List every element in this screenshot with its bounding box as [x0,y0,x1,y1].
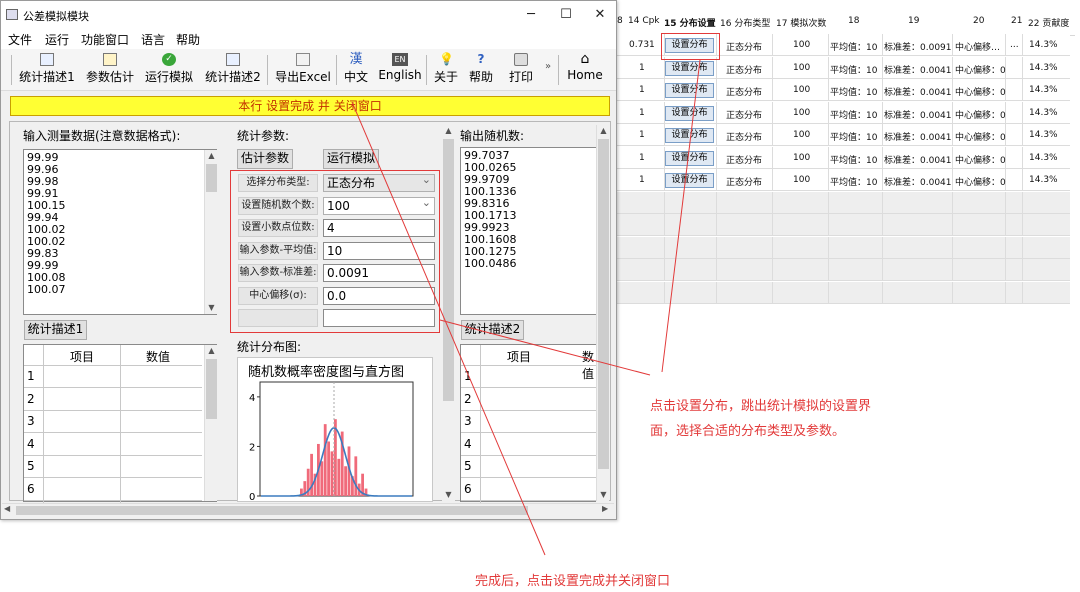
annotation-set-distribution-line1: 点击设置分布，跳出统计模拟的设置界 [650,399,872,414]
annotation-close-window: 完成后，点击设置完成并关闭窗口 [475,574,671,589]
annotation-set-distribution-line2: 面，选择合适的分布类型及参数。 [650,424,846,439]
annotation-arrows [351,59,701,556]
